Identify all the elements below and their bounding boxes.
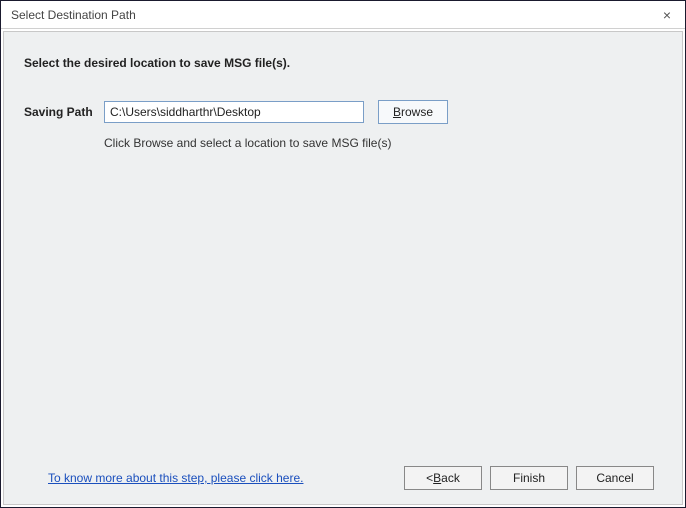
button-group: < Back Finish Cancel — [404, 466, 654, 490]
saving-path-row: Saving Path Browse — [24, 100, 662, 124]
browse-mnemonic: B — [393, 105, 401, 119]
browse-button[interactable]: Browse — [378, 100, 448, 124]
close-icon[interactable]: × — [657, 5, 677, 25]
dialog-window: Select Destination Path × Select the des… — [0, 0, 686, 508]
content-area: Select the desired location to save MSG … — [3, 31, 683, 505]
back-rest: ack — [441, 471, 460, 485]
hint-text: Click Browse and select a location to sa… — [104, 136, 662, 150]
titlebar: Select Destination Path × — [1, 1, 685, 29]
saving-path-input[interactable] — [104, 101, 364, 123]
back-mnemonic: B — [433, 471, 441, 485]
instruction-heading: Select the desired location to save MSG … — [24, 56, 662, 70]
back-button[interactable]: < Back — [404, 466, 482, 490]
back-prefix: < — [426, 471, 433, 485]
finish-button[interactable]: Finish — [490, 466, 568, 490]
browse-text: rowse — [401, 105, 433, 119]
cancel-button[interactable]: Cancel — [576, 466, 654, 490]
saving-path-label: Saving Path — [24, 105, 104, 119]
help-link[interactable]: To know more about this step, please cli… — [48, 471, 303, 485]
footer: To know more about this step, please cli… — [24, 466, 662, 504]
window-title: Select Destination Path — [11, 8, 136, 22]
